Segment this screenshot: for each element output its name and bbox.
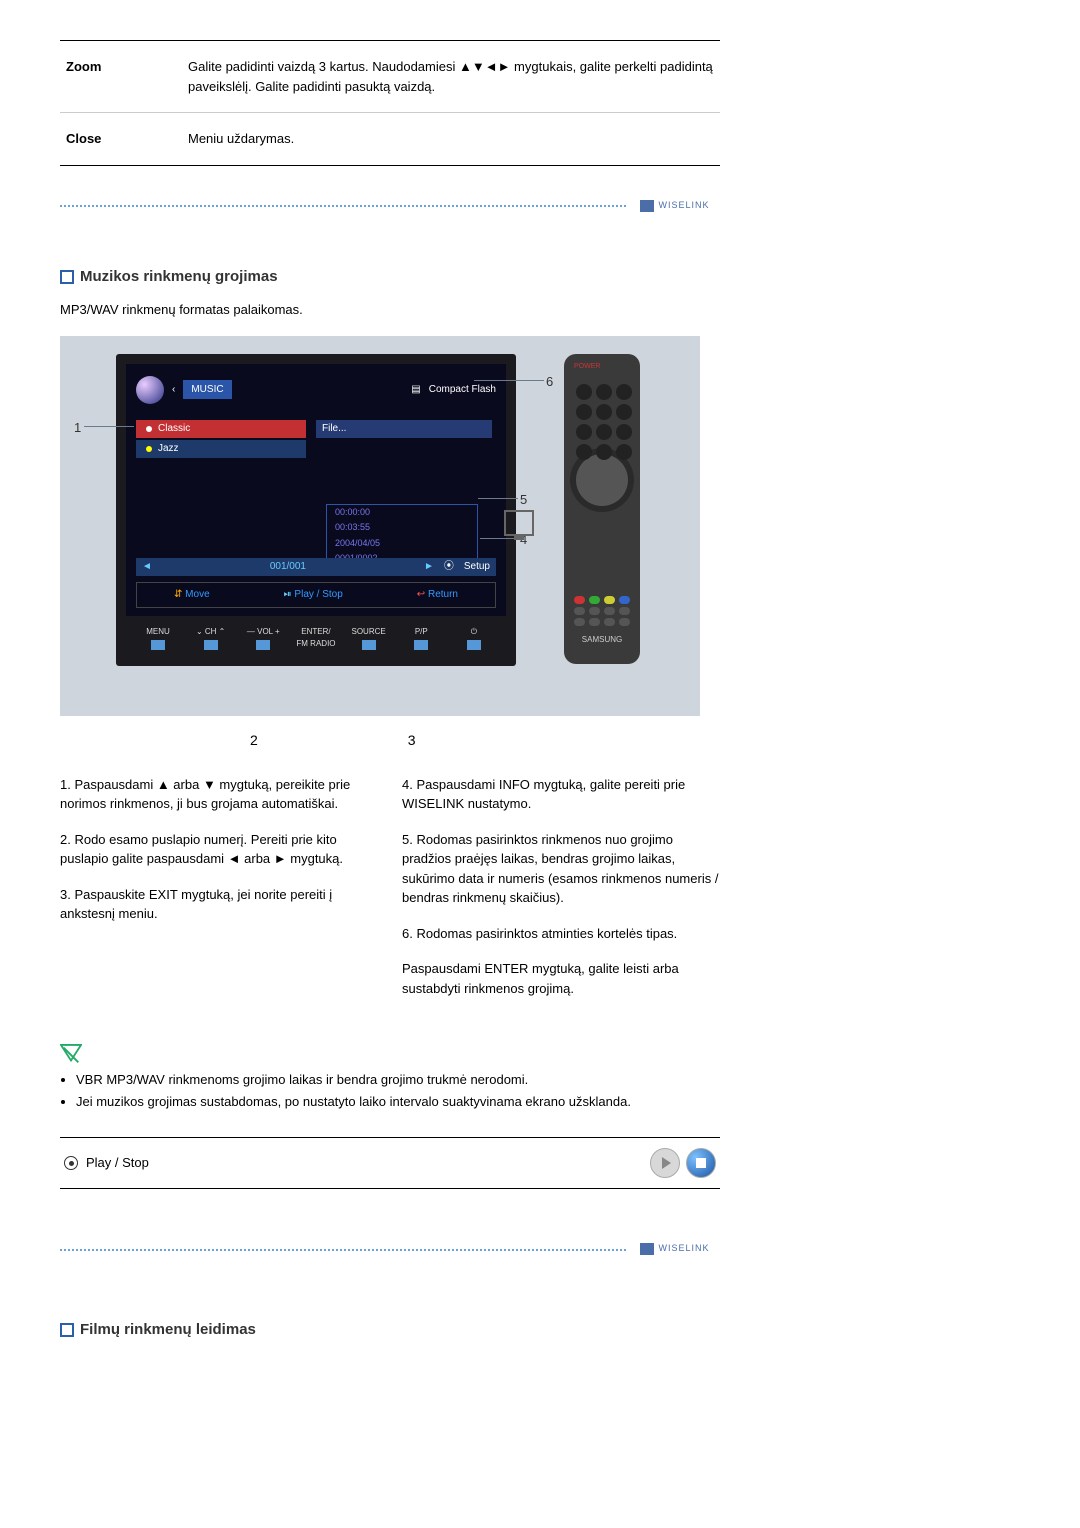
callout-6: 6 bbox=[546, 372, 553, 392]
step-2: 2. Rodo esamo puslapio numerį. Pereiti p… bbox=[60, 830, 378, 869]
step-5: 5. Rodomas pasirinktos rinkmenos nuo gro… bbox=[402, 830, 720, 908]
wiselink-badge: WISELINK bbox=[630, 196, 720, 216]
callout-1: 1 bbox=[74, 418, 81, 438]
pager: ◄ 001/001 ► ⦿ Setup bbox=[136, 558, 496, 576]
step-3: 3. Paspauskite EXIT mygtuką, jei norite … bbox=[60, 885, 378, 924]
file-pane: File... bbox=[316, 420, 492, 438]
step-extra: Paspausdami ENTER mygtuką, galite leisti… bbox=[402, 959, 720, 998]
folder-list: Classic Jazz bbox=[136, 420, 306, 460]
remote-brand: SAMSUNG bbox=[564, 634, 640, 646]
option-close-name: Close bbox=[60, 113, 182, 166]
osd-music-label: MUSIC bbox=[183, 380, 231, 399]
play-stop-row: Play / Stop bbox=[60, 1137, 720, 1189]
osd-toolbar: ‹ MUSIC ▤ Compact Flash bbox=[136, 374, 496, 406]
monitor-bezel: MENU ⌄ CH ⌃ — VOL + ENTER/ FM RADIO SOUR… bbox=[136, 626, 496, 658]
radio-icon bbox=[64, 1156, 78, 1170]
divider: WISELINK bbox=[60, 196, 720, 216]
osd-card-label: Compact Flash bbox=[429, 382, 496, 397]
screenshot-figure: ‹ MUSIC ▤ Compact Flash Classic Jazz Fil… bbox=[60, 336, 700, 716]
option-zoom-desc: Galite padidinti vaizdą 3 kartus. Naudod… bbox=[182, 41, 720, 113]
step-1: 1. Paspausdami ▲ arba ▼ mygtuką, pereiki… bbox=[60, 775, 378, 814]
option-zoom-name: Zoom bbox=[60, 41, 182, 113]
section-music-title: Muzikos rinkmenų grojimas bbox=[60, 266, 720, 289]
osd-help: ⇵ Move ⏯ Play / Stop ↩ Return bbox=[136, 582, 496, 608]
card-icon: ▤ bbox=[411, 382, 420, 397]
option-close-desc: Meniu uždarymas. bbox=[182, 113, 720, 166]
bullet-icon bbox=[60, 270, 74, 284]
below-callouts: 2 3 bbox=[250, 730, 720, 751]
monitor: ‹ MUSIC ▤ Compact Flash Classic Jazz Fil… bbox=[116, 354, 516, 666]
callout-5: 5 bbox=[520, 490, 527, 510]
note-icon bbox=[60, 1044, 82, 1066]
notes-list: VBR MP3/WAV rinkmenoms grojimo laikas ir… bbox=[76, 1070, 720, 1111]
orb-icon bbox=[136, 376, 164, 404]
remote: POWER SAMSUNG bbox=[564, 354, 640, 664]
section-music-title-text: Muzikos rinkmenų grojimas bbox=[80, 266, 278, 289]
play-button[interactable] bbox=[650, 1148, 680, 1178]
list-item[interactable]: Jazz bbox=[136, 440, 306, 458]
play-stop-label: Play / Stop bbox=[86, 1153, 149, 1173]
note-1: VBR MP3/WAV rinkmenoms grojimo laikas ir… bbox=[76, 1070, 720, 1090]
options-table: Zoom Galite padidinti vaizdą 3 kartus. N… bbox=[60, 40, 720, 166]
note-2: Jei muzikos grojimas sustabdomas, po nus… bbox=[76, 1092, 720, 1112]
bullet-icon bbox=[60, 1323, 74, 1337]
callout-2: 2 bbox=[250, 730, 258, 751]
section-movie-title: Filmų rinkmenų leidimas bbox=[60, 1319, 720, 1342]
stop-button[interactable] bbox=[686, 1148, 716, 1178]
callout-3: 3 bbox=[408, 730, 416, 751]
list-item[interactable]: Classic bbox=[136, 420, 306, 438]
wiselink-badge: WISELINK bbox=[630, 1239, 720, 1259]
divider: WISELINK bbox=[60, 1239, 720, 1259]
step-6: 6. Rodomas pasirinktos atminties kortelė… bbox=[402, 924, 720, 944]
steps-columns: 1. Paspausdami ▲ arba ▼ mygtuką, pereiki… bbox=[60, 775, 720, 1015]
tv-icon bbox=[504, 510, 534, 536]
section-movie-title-text: Filmų rinkmenų leidimas bbox=[80, 1319, 256, 1342]
section-music-sub: MP3/WAV rinkmenų formatas palaikomas. bbox=[60, 300, 720, 320]
step-4: 4. Paspausdami INFO mygtuką, galite pere… bbox=[402, 775, 720, 814]
remote-power-label: POWER bbox=[574, 362, 600, 373]
